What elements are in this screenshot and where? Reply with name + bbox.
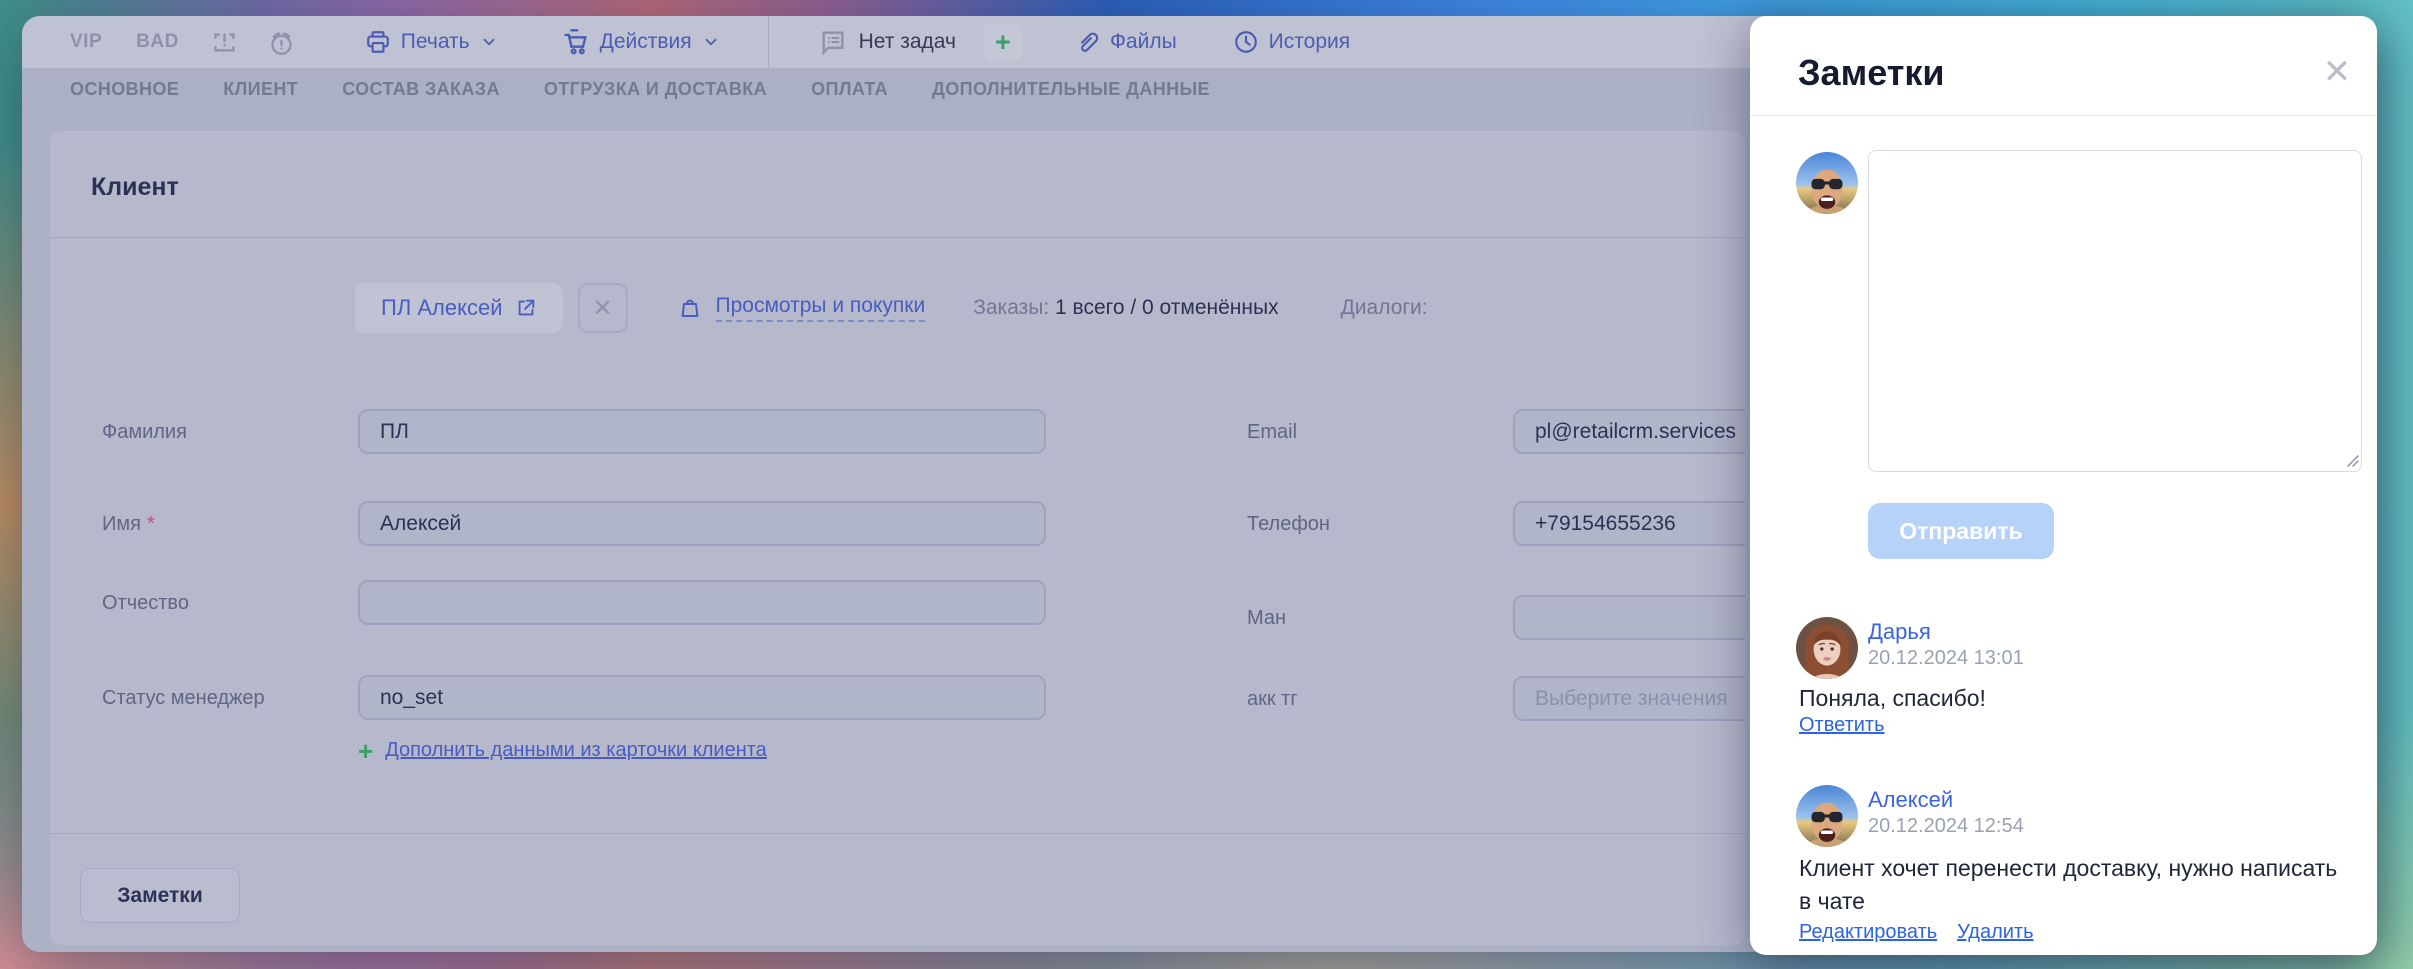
tab-shipping[interactable]: ОТГРУЗКА И ДОСТАВКА [544,79,767,100]
note-actions: Ответить [1799,714,1885,737]
detach-customer-button[interactable]: ✕ [577,283,628,333]
close-icon: ✕ [592,294,613,322]
tab-order-items[interactable]: СОСТАВ ЗАКАЗА [342,79,500,100]
notes-button[interactable]: Заметки [80,868,240,923]
print-label: Печать [400,30,470,53]
shopping-bag-icon [678,296,702,320]
no-tasks-label: Нет задач [858,30,956,53]
client-card: Клиент ПЛ Алексей ✕ Просмотры и покупки … [50,131,1745,945]
note-author-name[interactable]: Алексей [1868,787,1953,813]
note-text: Клиент хочет перенести доставку, нужно н… [1799,855,2338,914]
box-alert-icon[interactable] [211,29,238,56]
tab-main[interactable]: ОСНОВНОЕ [70,79,179,100]
orders-label: Заказы: [973,296,1050,319]
customer-chip[interactable]: ПЛ Алексей [355,283,563,333]
customer-row: ПЛ Алексей ✕ Просмотры и покупки Заказы:… [50,283,1745,333]
field-label-lastname: Фамилия [102,421,187,443]
notes-panel-title: Заметки [1798,52,1945,93]
notes-panel: Заметки ✕ Отправить Дарья 20.12.2024 13:… [1750,16,2377,955]
vip-badge[interactable]: VIP [70,31,102,53]
client-section-title: Клиент [91,173,179,201]
edit-link[interactable]: Редактировать [1799,921,1937,944]
plus-icon: + [358,735,374,766]
customer-name: ПЛ Алексей [381,295,503,320]
cart-icon [562,28,590,56]
field-label-manager-status: Статус менеджер [102,687,265,709]
paperclip-icon [1074,29,1100,55]
history-button[interactable]: История [1233,29,1350,55]
add-task-button[interactable]: + [983,23,1022,61]
orders-value: 1 всего / 0 отменённых [1055,296,1279,319]
bad-badge[interactable]: BAD [136,31,179,53]
note-author-avatar [1796,617,1858,679]
history-label: История [1268,30,1351,53]
note-timestamp: 20.12.2024 12:54 [1868,815,2024,837]
views-purchases-link[interactable]: Просмотры и покупки [678,294,926,322]
lastname-field[interactable] [358,409,1046,454]
tab-additional-data[interactable]: ДОПОЛНИТЕЛЬНЫЕ ДАННЫЕ [932,79,1210,100]
tasks-status[interactable]: Нет задач [819,28,956,56]
close-icon: ✕ [2322,53,2352,91]
files-button[interactable]: Файлы [1074,29,1177,55]
printer-icon [365,29,391,55]
send-note-button[interactable]: Отправить [1868,503,2054,559]
divider [50,833,1745,834]
tab-client[interactable]: КЛИЕНТ [223,79,298,100]
email-field[interactable] [1513,409,1745,454]
note-author-name[interactable]: Дарья [1868,619,1931,645]
enrich-from-customer-link[interactable]: + Дополнить данными из карточки клиента [358,735,767,766]
tab-payment[interactable]: ОПЛАТА [811,79,888,100]
actions-menu[interactable]: Действия [562,28,720,56]
tg-account-select[interactable] [1513,676,1745,721]
manager-status-field[interactable] [358,675,1046,720]
chevron-down-icon [702,33,720,51]
phone-field[interactable] [1513,501,1745,546]
divider [1750,115,2377,116]
note-timestamp: 20.12.2024 13:01 [1868,647,2024,669]
reply-link[interactable]: Ответить [1799,714,1885,737]
field-label-phone: Телефон [1247,513,1330,535]
toolbar-divider [767,16,769,69]
dialogs-label: Диалоги: [1340,296,1428,319]
field-label-email: Email [1247,421,1298,443]
man-field[interactable] [1513,595,1745,640]
actions-label: Действия [599,30,692,53]
field-label-man: Ман [1247,607,1287,629]
files-label: Файлы [1109,30,1177,53]
divider [50,237,1745,238]
note-text: Поняла, спасибо! [1799,685,1986,711]
stopwatch-alert-icon[interactable] [268,29,295,56]
orders-summary: Заказы: 1 всего / 0 отменённых [973,296,1278,320]
note-input[interactable] [1868,150,2362,472]
patronymic-field[interactable] [358,580,1046,625]
close-panel-button[interactable]: ✕ [2315,50,2359,94]
note-actions: Редактировать Удалить [1799,921,2034,944]
chevron-down-icon [480,33,498,51]
firstname-field[interactable] [358,501,1046,546]
required-mark: * [146,513,155,535]
delete-link[interactable]: Удалить [1957,921,2033,944]
field-label-tg-account: акк тг [1247,688,1298,710]
field-label-patronymic: Отчество [102,592,189,614]
print-menu[interactable]: Печать [365,29,498,55]
task-bubble-icon [819,28,847,56]
note-author-avatar [1796,785,1858,847]
plus-icon: + [995,26,1011,57]
clock-icon [1233,29,1259,55]
external-link-icon [515,297,537,319]
field-label-firstname: Имя * [102,513,155,535]
current-user-avatar [1796,152,1858,214]
